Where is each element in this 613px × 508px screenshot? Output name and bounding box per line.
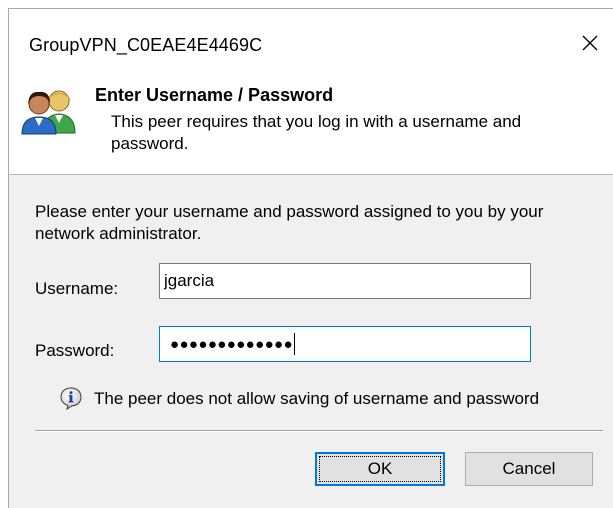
header-subtitle: This peer requires that you log in with … xyxy=(111,112,522,153)
header-title: Enter Username / Password xyxy=(95,85,334,105)
username-label: Username: xyxy=(35,279,119,298)
ok-button-label: OK xyxy=(367,459,393,478)
header-banner: Enter Username / Password This peer requ… xyxy=(9,77,613,175)
info-icon xyxy=(60,387,82,410)
password-input[interactable]: ●●●●●●●●●●●●● xyxy=(159,326,531,362)
password-label: Password: xyxy=(35,341,115,360)
text-caret xyxy=(293,333,295,355)
vpn-login-dialog: GroupVPN_C0EAE4E4469C Enter Username / P… xyxy=(8,8,613,508)
ok-button[interactable]: OK xyxy=(315,452,445,486)
password-mask: ●●●●●●●●●●●●● xyxy=(170,335,293,353)
users-icon xyxy=(21,90,76,135)
window-title: GroupVPN_C0EAE4E4469C xyxy=(29,35,263,55)
title-bar[interactable]: GroupVPN_C0EAE4E4469C xyxy=(9,9,613,77)
instruction-text: Please enter your username and password … xyxy=(35,202,544,243)
separator xyxy=(35,430,603,432)
close-icon xyxy=(582,35,598,51)
cancel-button[interactable]: Cancel xyxy=(465,452,593,486)
info-message: The peer does not allow saving of userna… xyxy=(94,389,540,408)
close-button[interactable] xyxy=(567,23,613,63)
username-input[interactable] xyxy=(159,263,531,299)
